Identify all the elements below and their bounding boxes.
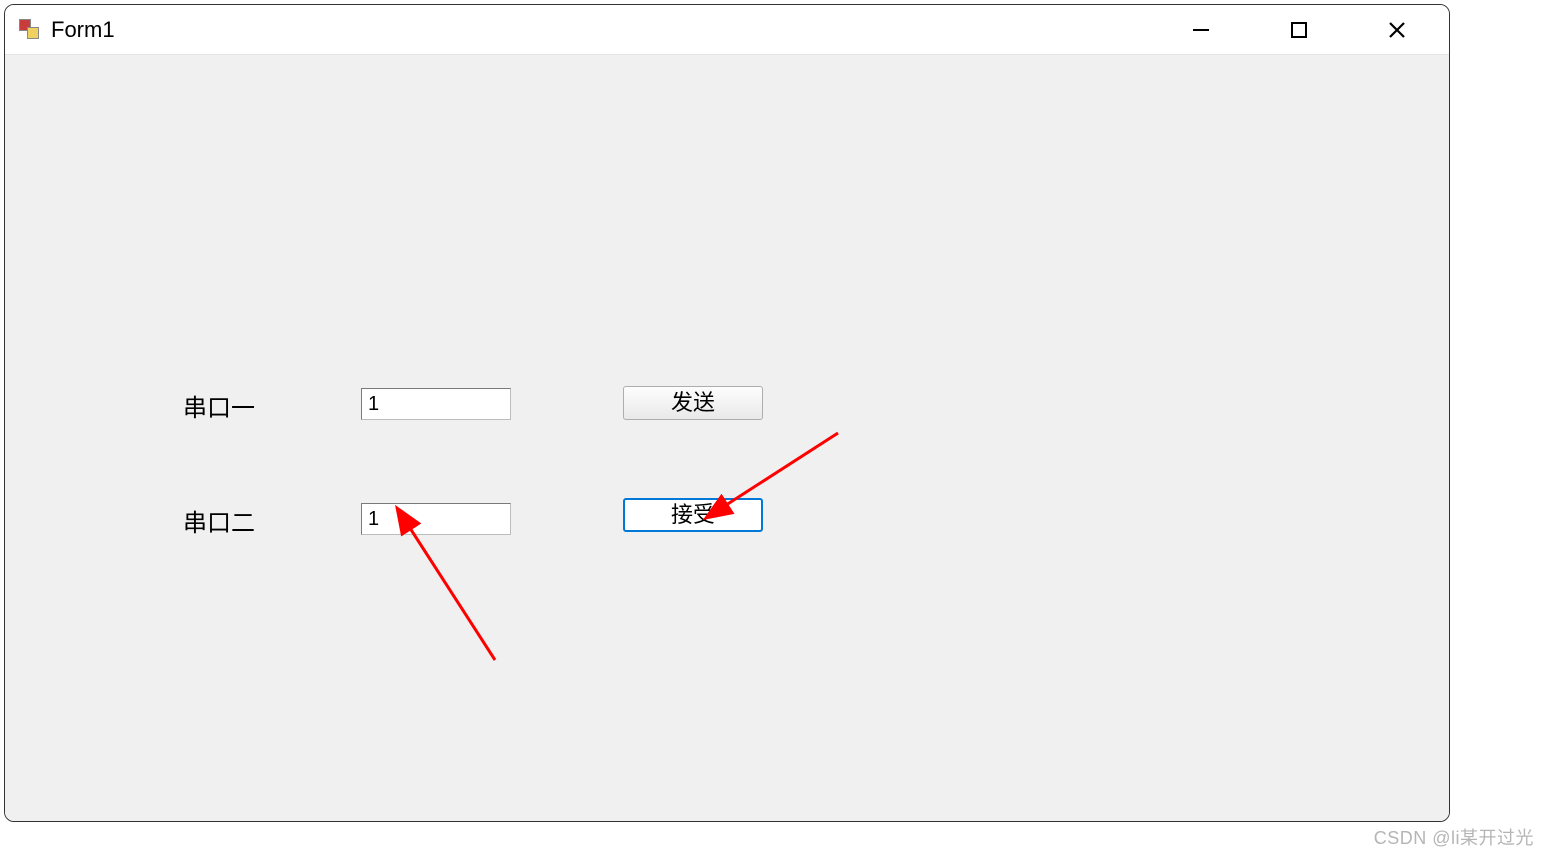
minimize-icon bbox=[1191, 20, 1211, 40]
close-icon bbox=[1387, 20, 1407, 40]
label-serial-port-1: 串口一 bbox=[183, 388, 255, 423]
maximize-button[interactable] bbox=[1275, 6, 1323, 54]
app-window: Form1 串口一 发送 串口 bbox=[4, 4, 1450, 822]
minimize-button[interactable] bbox=[1177, 6, 1225, 54]
watermark: CSDN @li某开过光 bbox=[1374, 824, 1534, 850]
send-button[interactable]: 发送 bbox=[623, 386, 763, 420]
receive-button[interactable]: 接受 bbox=[623, 498, 763, 532]
titlebar: Form1 bbox=[5, 5, 1449, 55]
label-serial-port-2: 串口二 bbox=[183, 503, 255, 538]
maximize-icon bbox=[1290, 21, 1308, 39]
input-serial-port-2[interactable] bbox=[361, 503, 511, 535]
window-controls bbox=[1177, 6, 1441, 54]
window-title: Form1 bbox=[51, 17, 1177, 43]
client-area: 串口一 发送 串口二 接受 bbox=[5, 55, 1449, 821]
app-icon bbox=[19, 19, 41, 41]
annotation-arrows bbox=[5, 55, 1450, 822]
input-serial-port-1[interactable] bbox=[361, 388, 511, 420]
close-button[interactable] bbox=[1373, 6, 1421, 54]
